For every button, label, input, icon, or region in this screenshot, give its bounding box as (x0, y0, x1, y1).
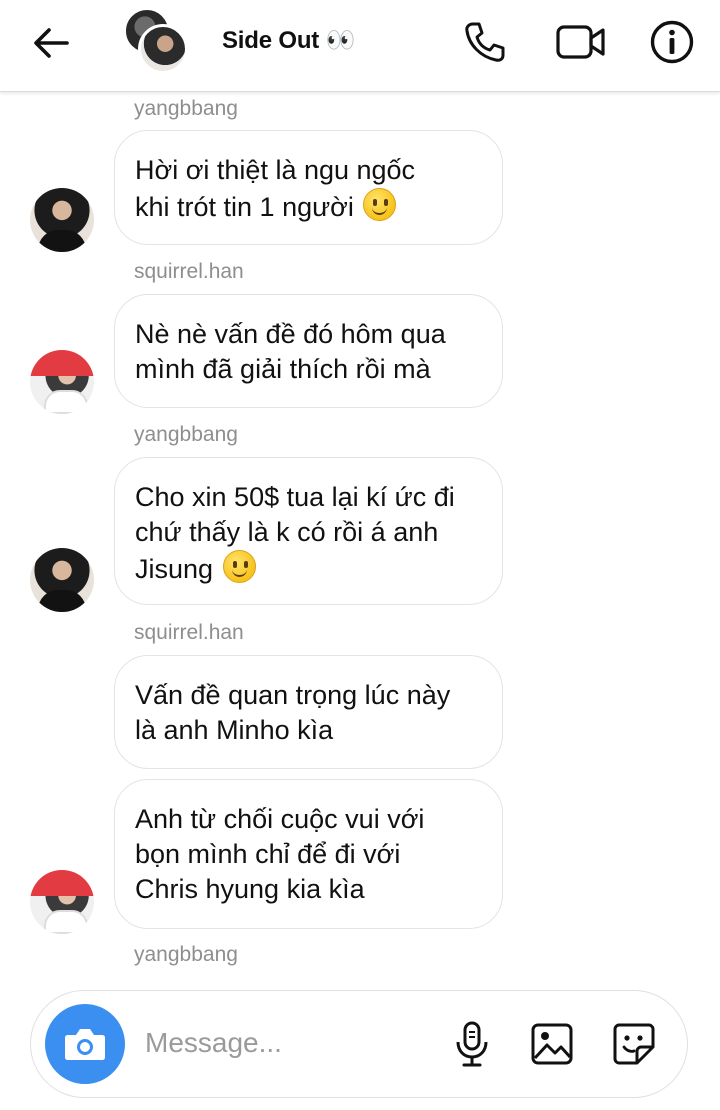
back-button[interactable] (26, 18, 76, 68)
avatar-yangbbang[interactable] (30, 548, 94, 612)
avatar-yangbbang[interactable] (30, 188, 94, 252)
slightly-smiling-face-icon (222, 550, 256, 583)
message-line: Chris hyung kia kìa (135, 874, 365, 904)
slightly-smiling-face-icon (363, 188, 397, 221)
group-avatar-member-2 (138, 24, 188, 74)
message-line: bọn mình chỉ để đi với (135, 839, 401, 869)
message-line: là anh Minho kìa (135, 715, 334, 745)
image-icon (531, 1023, 573, 1065)
message-composer (30, 990, 688, 1098)
sender-name: yangbbang (134, 423, 238, 446)
video-call-button[interactable] (554, 16, 608, 68)
avatar-squirrel-han[interactable] (30, 870, 94, 934)
message-line: Jisung (135, 550, 482, 587)
voice-message-button[interactable] (447, 1019, 497, 1069)
arrow-left-icon (34, 28, 69, 58)
sender-name: yangbbang (134, 943, 238, 966)
chat-header: Side Out 👀 (0, 0, 720, 92)
message-line: khi trót tin 1 người (135, 188, 482, 225)
message-line: Hời ơi thiệt là ngu ngốc (135, 155, 416, 185)
message-line: Cho xin 50$ tua lại kí ức đi (135, 482, 455, 512)
sender-name: yangbbang (134, 97, 238, 120)
message-bubble[interactable]: Cho xin 50$ tua lại kí ức đi chứ thấy là… (114, 457, 503, 605)
sticker-icon (613, 1023, 655, 1065)
sender-name: squirrel.han (134, 621, 244, 644)
camera-icon (65, 1029, 105, 1060)
microphone-icon (456, 1021, 488, 1067)
chat-info-button[interactable] (648, 16, 696, 68)
message-line: mình đã giải thích rồi mà (135, 354, 431, 384)
message-bubble[interactable]: Vấn đề quan trọng lúc này là anh Minho k… (114, 655, 503, 769)
video-camera-icon (556, 25, 605, 59)
info-icon (650, 20, 694, 64)
message-line: Nè nè vấn đề đó hôm qua (135, 319, 446, 349)
sender-name: squirrel.han (134, 260, 244, 283)
group-avatar[interactable] (124, 8, 192, 74)
message-bubble[interactable]: Nè nè vấn đề đó hôm qua mình đã giải thí… (114, 294, 503, 408)
message-bubble[interactable]: Hời ơi thiệt là ngu ngốc khi trót tin 1 … (114, 130, 503, 245)
message-input[interactable] (145, 1027, 425, 1059)
chat-title[interactable]: Side Out 👀 (222, 26, 355, 55)
message-line: Anh từ chối cuộc vui với (135, 804, 425, 834)
message-bubble[interactable]: Anh từ chối cuộc vui với bọn mình chỉ để… (114, 779, 503, 929)
sticker-button[interactable] (609, 1019, 659, 1069)
message-line: Vấn đề quan trọng lúc này (135, 680, 451, 710)
phone-icon (465, 22, 505, 62)
voice-call-button[interactable] (460, 16, 508, 68)
camera-button[interactable] (45, 1004, 125, 1084)
message-line: chứ thấy là k có rồi á anh (135, 517, 439, 547)
avatar-squirrel-han[interactable] (30, 350, 94, 414)
gallery-button[interactable] (527, 1019, 577, 1069)
